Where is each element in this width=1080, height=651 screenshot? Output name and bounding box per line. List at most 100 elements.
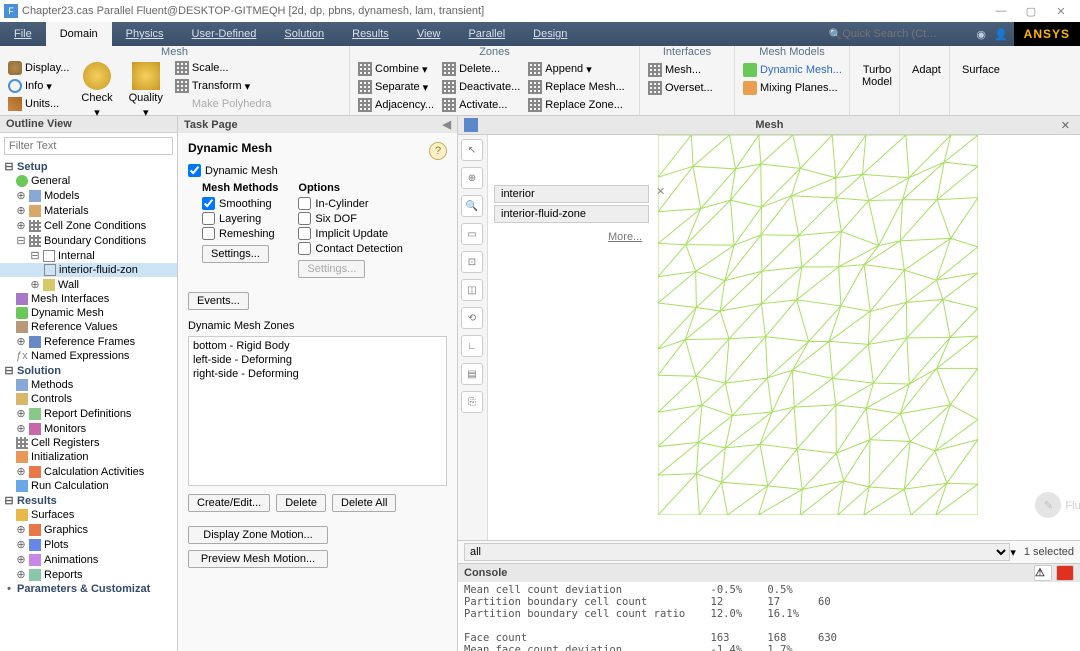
- user-icon[interactable]: 👤: [994, 28, 1008, 41]
- selection-tag[interactable]: interior-fluid-zone: [494, 205, 649, 223]
- check-button[interactable]: Check ▾: [75, 60, 118, 121]
- transform-button[interactable]: Transform ▾: [173, 78, 274, 94]
- mixing-planes-button[interactable]: Mixing Planes...: [741, 80, 844, 96]
- append-button[interactable]: Append ▾: [526, 61, 626, 77]
- delete-button[interactable]: Delete: [276, 494, 326, 512]
- console-output[interactable]: Mean cell count deviation -0.5% 0.5% Par…: [458, 582, 1080, 651]
- separate-button[interactable]: Separate ▾: [356, 79, 436, 95]
- tree-initialization[interactable]: Initialization: [0, 450, 177, 464]
- tree-materials[interactable]: ⊕Materials: [0, 203, 177, 218]
- tree-animations[interactable]: ⊕Animations: [0, 552, 177, 567]
- preview-mesh-motion-button[interactable]: Preview Mesh Motion...: [188, 550, 328, 568]
- tree-setup[interactable]: ⊟Setup: [0, 159, 177, 174]
- copy-tool[interactable]: ⎘: [461, 391, 483, 413]
- minimize-button[interactable]: —: [986, 5, 1016, 17]
- tree-boundary[interactable]: ⊟Boundary Conditions: [0, 233, 177, 248]
- menu-view[interactable]: View: [403, 22, 455, 46]
- mesh-methods-settings-button[interactable]: Settings...: [202, 245, 269, 263]
- help-icon[interactable]: ◉: [976, 28, 986, 41]
- views-tool[interactable]: ▤: [461, 363, 483, 385]
- maximize-button[interactable]: ▢: [1016, 5, 1046, 18]
- surface-button[interactable]: Surface: [956, 62, 1006, 78]
- smoothing-checkbox[interactable]: [202, 197, 215, 210]
- scale-button[interactable]: Scale...: [173, 60, 274, 76]
- console-warn-icon[interactable]: ⚠: [1034, 565, 1052, 581]
- quick-search-input[interactable]: [842, 28, 962, 40]
- adapt-button[interactable]: Adapt: [906, 62, 947, 78]
- zone-item[interactable]: bottom - Rigid Body: [191, 339, 444, 353]
- view-tool[interactable]: ◫: [461, 279, 483, 301]
- tree-solution[interactable]: ⊟Solution: [0, 363, 177, 378]
- zones-listbox[interactable]: bottom - Rigid Body left-side - Deformin…: [188, 336, 447, 486]
- menu-domain[interactable]: Domain: [46, 22, 112, 46]
- adjacency-button[interactable]: Adjacency...: [356, 97, 436, 113]
- delete-all-button[interactable]: Delete All: [332, 494, 396, 512]
- create-edit-button[interactable]: Create/Edit...: [188, 494, 270, 512]
- console-stop-icon[interactable]: [1056, 565, 1074, 581]
- interfaces-mesh-button[interactable]: Mesh...: [646, 62, 715, 78]
- dropdown-icon[interactable]: ▾: [1010, 546, 1016, 559]
- tree-ref-values[interactable]: Reference Values: [0, 320, 177, 334]
- menu-solution[interactable]: Solution: [270, 22, 338, 46]
- tree-named-expr[interactable]: ƒxNamed Expressions: [0, 349, 177, 363]
- tree-graphics[interactable]: ⊕Graphics: [0, 522, 177, 537]
- rotate-tool[interactable]: ⟲: [461, 307, 483, 329]
- outline-tree[interactable]: ⊟Setup General ⊕Models ⊕Materials ⊕Cell …: [0, 159, 177, 651]
- outline-filter-input[interactable]: [4, 137, 173, 155]
- tree-plots[interactable]: ⊕Plots: [0, 537, 177, 552]
- display-button[interactable]: Display...: [6, 60, 71, 76]
- in-cylinder-checkbox[interactable]: [298, 197, 311, 210]
- delete-zone-button[interactable]: Delete...: [440, 61, 522, 77]
- menu-results[interactable]: Results: [338, 22, 403, 46]
- tree-cell-registers[interactable]: Cell Registers: [0, 436, 177, 450]
- more-link[interactable]: More...: [608, 231, 642, 243]
- selection-tag[interactable]: interior: [494, 185, 649, 203]
- tree-internal[interactable]: ⊟Internal: [0, 248, 177, 263]
- contact-detection-checkbox[interactable]: [298, 242, 311, 255]
- probe-tool[interactable]: ⊕: [461, 167, 483, 189]
- display-zone-motion-button[interactable]: Display Zone Motion...: [188, 526, 328, 544]
- units-button[interactable]: Units...: [6, 96, 71, 112]
- task-page-collapse[interactable]: ◀: [443, 118, 451, 131]
- menu-physics[interactable]: Physics: [112, 22, 178, 46]
- tree-general[interactable]: General: [0, 174, 177, 188]
- replace-mesh-button[interactable]: Replace Mesh...: [526, 79, 626, 95]
- implicit-update-checkbox[interactable]: [298, 227, 311, 240]
- menu-user-defined[interactable]: User-Defined: [178, 22, 271, 46]
- help-button[interactable]: ?: [429, 142, 447, 160]
- tree-monitors[interactable]: ⊕Monitors: [0, 421, 177, 436]
- tree-models[interactable]: ⊕Models: [0, 188, 177, 203]
- menu-parallel[interactable]: Parallel: [454, 22, 519, 46]
- replace-zone-button[interactable]: Replace Zone...: [526, 97, 626, 113]
- six-dof-checkbox[interactable]: [298, 212, 311, 225]
- select-tool[interactable]: ▭: [461, 223, 483, 245]
- close-window-button[interactable]: ✕: [1046, 5, 1076, 18]
- events-button[interactable]: Events...: [188, 292, 249, 310]
- mesh-canvas[interactable]: interior interior-fluid-zone ✕ More... ✎…: [488, 135, 1080, 540]
- options-settings-button[interactable]: Settings...: [298, 260, 365, 278]
- combine-button[interactable]: Combine ▾: [356, 61, 436, 77]
- tree-wall[interactable]: ⊕Wall: [0, 277, 177, 292]
- menu-file[interactable]: File: [0, 22, 46, 46]
- tree-results[interactable]: ⊟Results: [0, 493, 177, 508]
- quality-button[interactable]: Quality ▾: [123, 60, 169, 121]
- tree-surfaces[interactable]: Surfaces: [0, 508, 177, 522]
- pointer-tool[interactable]: ↖: [461, 139, 483, 161]
- layering-checkbox[interactable]: [202, 212, 215, 225]
- menu-design[interactable]: Design: [519, 22, 581, 46]
- tree-params[interactable]: •Parameters & Customizat: [0, 582, 177, 596]
- tree-controls[interactable]: Controls: [0, 392, 177, 406]
- overset-button[interactable]: Overset...: [646, 80, 715, 96]
- tree-calc-activities[interactable]: ⊕Calculation Activities: [0, 464, 177, 479]
- zone-item[interactable]: left-side - Deforming: [191, 353, 444, 367]
- tree-report-def[interactable]: ⊕Report Definitions: [0, 406, 177, 421]
- zone-filter-select[interactable]: all: [464, 543, 1010, 561]
- deactivate-button[interactable]: Deactivate...: [440, 79, 522, 95]
- dynamic-mesh-checkbox[interactable]: [188, 164, 201, 177]
- zoom-tool[interactable]: 🔍: [461, 195, 483, 217]
- quick-search[interactable]: 🔍: [821, 22, 971, 46]
- tree-run-calc[interactable]: Run Calculation: [0, 479, 177, 493]
- tree-dynamic-mesh[interactable]: Dynamic Mesh: [0, 306, 177, 320]
- activate-button[interactable]: Activate...: [440, 97, 522, 113]
- axis-tool[interactable]: ∟: [461, 335, 483, 357]
